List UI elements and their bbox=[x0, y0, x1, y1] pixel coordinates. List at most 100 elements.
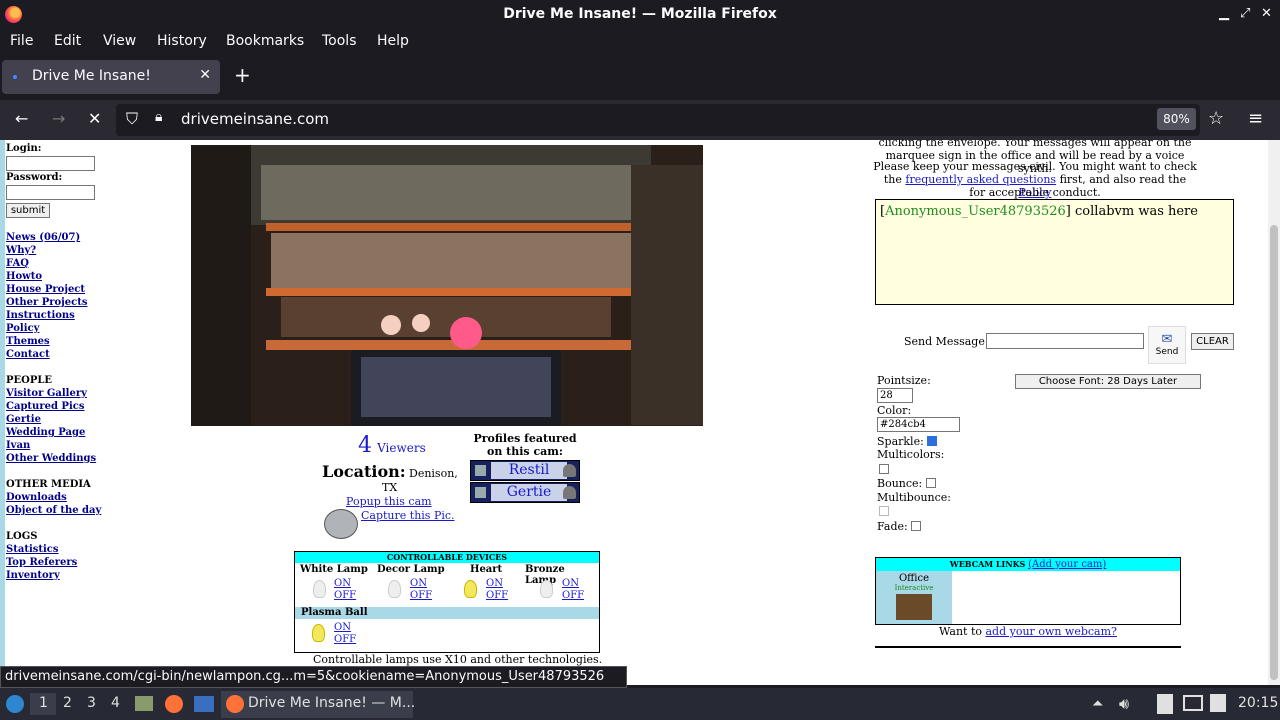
maximize-icon[interactable]: ⤢ bbox=[1240, 6, 1250, 21]
profile-gertie[interactable]: Gertie bbox=[470, 482, 580, 503]
menu-help[interactable]: Help bbox=[377, 33, 409, 49]
close-icon[interactable]: ✕ bbox=[1261, 6, 1272, 21]
send-button[interactable]: ✉ Send bbox=[1148, 326, 1186, 364]
faq-link[interactable]: frequently asked questions bbox=[905, 173, 1056, 186]
choose-font-button[interactable]: Choose Font: 28 Days Later bbox=[1015, 374, 1201, 389]
plasma-ball-on-link[interactable]: ON bbox=[334, 622, 351, 634]
login-input[interactable] bbox=[6, 156, 95, 171]
office-cam-thumbnail[interactable] bbox=[896, 594, 932, 620]
volume-icon[interactable]: 🔊︎ bbox=[1119, 694, 1129, 714]
clipboard-icon[interactable] bbox=[1157, 694, 1173, 714]
white-lamp-on-link[interactable]: ON bbox=[334, 578, 351, 590]
heart-off-link[interactable]: OFF bbox=[486, 590, 508, 602]
nav-link-other-projects[interactable]: Other Projects bbox=[6, 297, 88, 308]
bronze-lamp-off-link[interactable]: OFF bbox=[562, 590, 584, 602]
workspace-4[interactable]: 4 bbox=[111, 695, 120, 711]
notification-icon[interactable] bbox=[1210, 694, 1226, 712]
nav-link-wedding-page[interactable]: Wedding Page bbox=[6, 427, 85, 438]
webcam-links-panel: WEBCAM LINKS (Add your cam) Office Inter… bbox=[875, 557, 1181, 625]
nav-link-house-project[interactable]: House Project bbox=[6, 284, 85, 295]
nav-link-ivan[interactable]: Ivan bbox=[6, 440, 30, 451]
zoom-indicator[interactable]: 80% bbox=[1157, 108, 1196, 130]
tab-drive-me-insane[interactable]: Drive Me Insane! ✕ bbox=[2, 60, 220, 94]
forward-icon[interactable]: → bbox=[52, 109, 65, 128]
terminal-icon[interactable] bbox=[194, 696, 214, 712]
display-icon[interactable] bbox=[1183, 695, 1203, 711]
stop-icon[interactable]: ✕ bbox=[88, 109, 101, 128]
nav-link-policy[interactable]: Policy bbox=[6, 323, 39, 334]
fade-checkbox[interactable] bbox=[911, 521, 921, 531]
back-icon[interactable]: ← bbox=[15, 109, 28, 128]
taskbar-task-label[interactable]: Drive Me Insane! — M... bbox=[248, 695, 415, 711]
popup-cam-link[interactable]: Popup this cam bbox=[346, 495, 432, 508]
bronze-lamp-on-link[interactable]: ON bbox=[562, 578, 579, 590]
add-your-cam-link[interactable]: (Add your cam) bbox=[1028, 559, 1106, 570]
heart-on-link[interactable]: ON bbox=[486, 578, 503, 590]
nav-link-news[interactable]: News (06/07) bbox=[6, 232, 80, 243]
nav-link-themes[interactable]: Themes bbox=[6, 336, 50, 347]
nav-link-object-of-the-day[interactable]: Object of the day bbox=[6, 505, 101, 516]
decor-lamp-on-link[interactable]: ON bbox=[410, 578, 427, 590]
clear-button[interactable]: CLEAR bbox=[1191, 333, 1234, 350]
password-input[interactable] bbox=[6, 185, 95, 200]
shield-icon[interactable]: ⛉ bbox=[126, 109, 138, 129]
send-message-input[interactable] bbox=[986, 333, 1144, 349]
nav-link-instructions[interactable]: Instructions bbox=[6, 310, 75, 321]
add-own-webcam-link[interactable]: add your own webcam? bbox=[986, 625, 1117, 638]
url-text[interactable]: drivemeinsane.com bbox=[181, 110, 329, 128]
hamburger-menu-icon[interactable]: ≡ bbox=[1248, 108, 1263, 129]
nav-link-contact[interactable]: Contact bbox=[6, 349, 50, 360]
message-user: Anonymous_User48793526 bbox=[885, 204, 1066, 219]
submit-button[interactable]: submit bbox=[6, 203, 50, 218]
bounce-checkbox[interactable] bbox=[926, 478, 936, 488]
white-lamp-off-link[interactable]: OFF bbox=[334, 590, 356, 602]
decor-lamp-off-link[interactable]: OFF bbox=[410, 590, 432, 602]
workspace-1[interactable]: 1 bbox=[39, 695, 48, 711]
pointsize-input[interactable]: 28 bbox=[877, 388, 913, 403]
sparkle-checkbox[interactable] bbox=[927, 436, 937, 446]
nav-link-howto[interactable]: Howto bbox=[6, 271, 42, 282]
menu-file[interactable]: File bbox=[10, 33, 33, 49]
nav-link-gertie[interactable]: Gertie bbox=[6, 414, 41, 425]
camera-icon[interactable] bbox=[324, 509, 358, 539]
nav-link-inventory[interactable]: Inventory bbox=[6, 570, 60, 581]
color-input[interactable]: #284cb4 bbox=[877, 417, 960, 432]
menu-history[interactable]: History bbox=[157, 33, 207, 49]
nav-link-why[interactable]: Why? bbox=[6, 245, 36, 256]
devices-heading: CONTROLLABLE DEVICES bbox=[295, 552, 599, 563]
scrollbar-thumb[interactable] bbox=[1270, 225, 1278, 680]
firefox-launcher-icon[interactable] bbox=[165, 695, 183, 713]
menu-bookmarks[interactable]: Bookmarks bbox=[226, 33, 304, 49]
minimize-icon[interactable]: ▁ bbox=[1219, 6, 1229, 21]
file-manager-icon[interactable] bbox=[135, 696, 153, 711]
nav-link-captured-pics[interactable]: Captured Pics bbox=[6, 401, 84, 412]
menu-edit[interactable]: Edit bbox=[54, 33, 81, 49]
start-menu-icon[interactable] bbox=[6, 695, 24, 713]
office-cam-cell[interactable]: Office Interactive bbox=[876, 571, 952, 624]
webcam-image[interactable] bbox=[191, 145, 703, 426]
nav-link-statistics[interactable]: Statistics bbox=[6, 544, 59, 555]
nav-link-downloads[interactable]: Downloads bbox=[6, 492, 67, 503]
profile-name[interactable]: Restil bbox=[491, 462, 567, 479]
multicolors-checkbox[interactable] bbox=[879, 464, 889, 474]
new-tab-button[interactable]: + bbox=[234, 63, 251, 87]
viewer-count: 4 Viewers bbox=[358, 433, 426, 458]
plasma-ball-off-link[interactable]: OFF bbox=[334, 634, 356, 646]
multibounce-checkbox[interactable] bbox=[879, 506, 889, 516]
lock-icon[interactable]: 🔒︎ bbox=[155, 109, 162, 125]
nav-link-faq[interactable]: FAQ bbox=[6, 258, 29, 269]
nav-link-top-referers[interactable]: Top Referers bbox=[6, 557, 77, 568]
workspace-3[interactable]: 3 bbox=[87, 695, 96, 711]
profile-restil[interactable]: Restil bbox=[470, 460, 580, 481]
viewer-number: 4 bbox=[358, 433, 372, 458]
nav-link-visitor-gallery[interactable]: Visitor Gallery bbox=[6, 388, 87, 399]
tab-close-icon[interactable]: ✕ bbox=[199, 67, 211, 83]
menu-tools[interactable]: Tools bbox=[322, 33, 357, 49]
menu-view[interactable]: View bbox=[103, 33, 136, 49]
workspace-2[interactable]: 2 bbox=[63, 695, 72, 711]
bookmark-star-icon[interactable]: ☆ bbox=[1208, 108, 1224, 129]
nav-link-other-weddings[interactable]: Other Weddings bbox=[6, 453, 96, 464]
tray-arrow-icon[interactable]: ⏶ bbox=[1092, 696, 1103, 712]
profile-name[interactable]: Gertie bbox=[491, 484, 567, 501]
capture-pic-link[interactable]: Capture this Pic. bbox=[361, 509, 455, 522]
